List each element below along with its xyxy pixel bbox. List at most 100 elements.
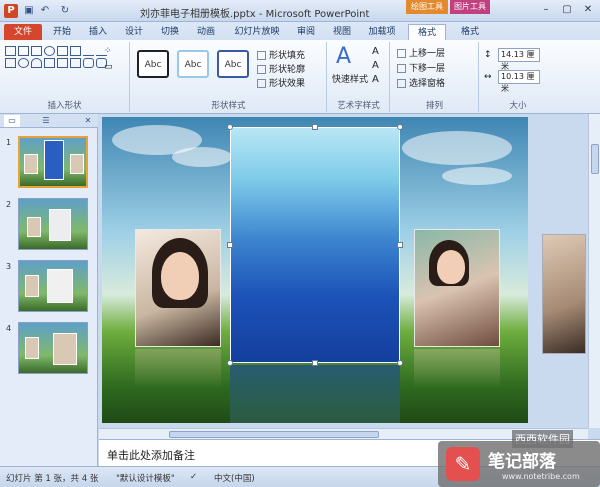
line-shape-icon[interactable] bbox=[83, 46, 94, 56]
rectangle-shape-icon[interactable] bbox=[18, 46, 29, 56]
offslide-photo[interactable] bbox=[542, 234, 586, 354]
triangle-shape-icon[interactable] bbox=[44, 58, 55, 68]
bring-forward-label: 上移一层 bbox=[409, 49, 446, 59]
resize-handle[interactable] bbox=[312, 360, 318, 366]
oval-shape-icon[interactable] bbox=[44, 46, 55, 56]
bring-forward-button[interactable]: 上移一层 bbox=[397, 46, 445, 59]
tab-format-drawing[interactable]: 格式 bbox=[408, 24, 446, 40]
undo-icon[interactable]: ↶ bbox=[38, 4, 52, 18]
rectangle-shape-icon[interactable] bbox=[5, 58, 16, 68]
shape-styles-group: Abc Abc Abc 形状填充 形状轮廓 形状效果 形状样式 bbox=[131, 42, 327, 112]
minimize-icon[interactable]: – bbox=[536, 2, 556, 18]
draw-textbox-icon[interactable]: ▭ bbox=[104, 62, 113, 72]
slide-number: 4 bbox=[6, 324, 12, 333]
maximize-icon[interactable]: ▢ bbox=[557, 2, 577, 18]
slide-count-status: 幻灯片 第 1 张，共 4 张 bbox=[6, 474, 99, 484]
text-effects-icon[interactable]: A bbox=[372, 74, 379, 85]
resize-handle[interactable] bbox=[312, 124, 318, 130]
close-icon[interactable]: ✕ bbox=[578, 2, 598, 18]
height-input[interactable]: 14.13 厘米 bbox=[498, 48, 540, 71]
picture-tools-context-label: 图片工具 bbox=[450, 0, 490, 14]
language-status[interactable]: 中文(中国) bbox=[214, 472, 255, 484]
rectangle-shape-icon[interactable] bbox=[5, 46, 16, 56]
slides-tab[interactable]: ▭ bbox=[4, 115, 20, 127]
arrow-shape-icon[interactable] bbox=[57, 58, 68, 68]
resize-handle[interactable] bbox=[397, 360, 403, 366]
effects-icon bbox=[257, 79, 266, 88]
notes-placeholder[interactable]: 单击此处添加备注 bbox=[107, 447, 195, 463]
brand-watermark-title: 笔记部落 bbox=[488, 452, 556, 472]
shape-effects-button[interactable]: 形状效果 bbox=[257, 76, 305, 89]
spellcheck-icon[interactable]: ✓ bbox=[190, 472, 197, 482]
quick-styles-button[interactable]: 快速样式 bbox=[332, 72, 368, 85]
portrait-photo-right[interactable] bbox=[414, 229, 500, 347]
resize-handle[interactable] bbox=[397, 124, 403, 130]
arrange-group: 上移一层 下移一层 选择窗格 排列 bbox=[391, 42, 479, 112]
mountain-picture[interactable] bbox=[230, 127, 400, 363]
size-group-label: 大小 bbox=[509, 101, 527, 111]
save-icon[interactable]: ▣ bbox=[22, 4, 36, 18]
rectangle-shape-icon[interactable] bbox=[70, 46, 81, 56]
tab-slideshow[interactable]: 幻灯片放映 bbox=[228, 24, 286, 40]
vertical-scroll-thumb[interactable] bbox=[591, 144, 599, 174]
pen-logo-icon: ✎ bbox=[446, 447, 480, 481]
tab-format-picture[interactable]: 格式 bbox=[452, 24, 488, 40]
tab-transitions[interactable]: 切换 bbox=[156, 24, 184, 40]
shape-style-sample-1[interactable]: Abc bbox=[137, 50, 169, 78]
theme-status[interactable]: "默认设计模板" bbox=[116, 472, 175, 484]
resize-handle[interactable] bbox=[227, 242, 233, 248]
curve-shape-icon[interactable] bbox=[83, 58, 94, 68]
text-fill-icon[interactable]: A bbox=[372, 46, 379, 57]
tab-home[interactable]: 开始 bbox=[48, 24, 76, 40]
selection-pane-button[interactable]: 选择窗格 bbox=[397, 76, 445, 89]
width-input[interactable]: 10.13 厘米 bbox=[498, 70, 540, 93]
bring-forward-icon bbox=[397, 49, 406, 58]
powerpoint-app-icon[interactable]: P bbox=[4, 4, 18, 18]
rectangle-shape-icon[interactable] bbox=[57, 46, 68, 56]
slide-workspace bbox=[99, 114, 588, 428]
shapes-gallery[interactable] bbox=[5, 46, 107, 68]
pencil-icon bbox=[257, 65, 266, 74]
shape-style-sample-2[interactable]: Abc bbox=[177, 50, 209, 78]
shape-outline-label: 形状轮廓 bbox=[269, 65, 306, 75]
slide-thumbnail-2[interactable] bbox=[18, 198, 88, 250]
text-box-shape-icon[interactable] bbox=[31, 46, 42, 56]
close-pane-icon[interactable]: ✕ bbox=[80, 115, 96, 127]
ribbon: ⁘ ▭ 插入形状 Abc Abc Abc 形状填充 形状轮廓 形状效果 形状样式… bbox=[0, 40, 600, 114]
slide-thumbnail-1[interactable] bbox=[18, 136, 88, 188]
shape-style-sample-3[interactable]: Abc bbox=[217, 50, 249, 78]
tab-animations[interactable]: 动画 bbox=[192, 24, 220, 40]
oval-shape-icon[interactable] bbox=[18, 58, 29, 68]
tab-review[interactable]: 审阅 bbox=[292, 24, 320, 40]
resize-handle[interactable] bbox=[227, 124, 233, 130]
slide-number: 1 bbox=[6, 138, 12, 147]
paint-bucket-icon bbox=[257, 51, 266, 60]
tab-view[interactable]: 视图 bbox=[328, 24, 356, 40]
outline-tab[interactable]: ☰ bbox=[38, 115, 54, 127]
resize-handle[interactable] bbox=[397, 242, 403, 248]
portrait-photo-left[interactable] bbox=[135, 229, 221, 347]
arrow-shape-icon[interactable] bbox=[70, 58, 81, 68]
slide-thumbnail-3[interactable] bbox=[18, 260, 88, 312]
tab-insert[interactable]: 插入 bbox=[84, 24, 112, 40]
wordart-styles-group-label: 艺术字样式 bbox=[337, 101, 380, 111]
vertical-scrollbar[interactable] bbox=[588, 114, 600, 428]
resize-handle[interactable] bbox=[227, 360, 233, 366]
quick-styles-a-icon[interactable]: A bbox=[336, 44, 351, 69]
shape-outline-button[interactable]: 形状轮廓 bbox=[257, 62, 305, 75]
edit-shape-icon[interactable]: ⁘ bbox=[104, 46, 112, 56]
send-backward-button[interactable]: 下移一层 bbox=[397, 61, 445, 74]
slide-canvas[interactable] bbox=[102, 117, 528, 423]
shape-fill-button[interactable]: 形状填充 bbox=[257, 48, 305, 61]
slide-thumbnail-4[interactable] bbox=[18, 322, 88, 374]
redo-icon[interactable]: ↻ bbox=[58, 4, 72, 18]
brand-watermark-url: www.notetribe.com bbox=[502, 472, 580, 481]
ribbon-tabs: 文件 开始 插入 设计 切换 动画 幻灯片放映 审阅 视图 加载项 格式 格式 bbox=[0, 22, 600, 40]
tab-addins[interactable]: 加载项 bbox=[364, 24, 400, 40]
tab-file[interactable]: 文件 bbox=[4, 24, 42, 40]
tab-design[interactable]: 设计 bbox=[120, 24, 148, 40]
horizontal-scroll-thumb[interactable] bbox=[169, 431, 379, 438]
brand-watermark: ✎ 笔记部落 www.notetribe.com bbox=[438, 441, 600, 487]
text-outline-icon[interactable]: A bbox=[372, 60, 379, 71]
arc-shape-icon[interactable] bbox=[31, 58, 42, 68]
